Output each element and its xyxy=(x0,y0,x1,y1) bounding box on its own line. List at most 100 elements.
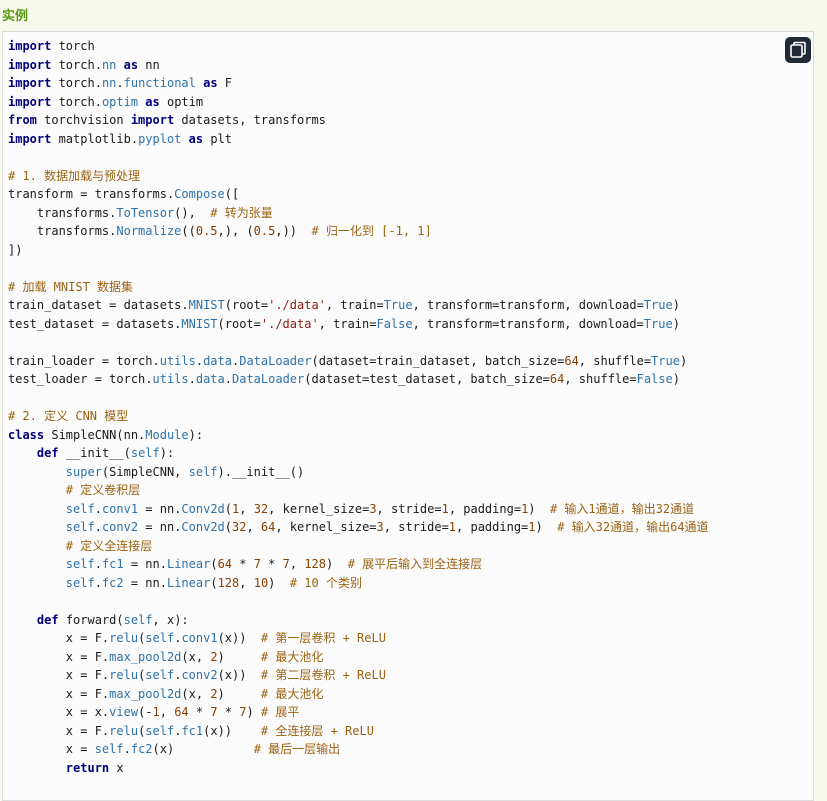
code-token-num: 64 xyxy=(174,705,189,719)
code-token-fn: MNIST xyxy=(181,316,218,331)
code-token-plain: (dataset=test_dataset, batch_size= xyxy=(304,372,550,386)
code-token-fn: conv1 xyxy=(181,631,218,645)
code-token-fn: max_pool2d xyxy=(109,649,182,664)
code-token-plain: , xyxy=(159,705,175,719)
code-token-self: self xyxy=(123,612,153,627)
code-line: train_loader = torch.utils.data.DataLoad… xyxy=(8,352,709,371)
code-token-fn: conv1 xyxy=(101,501,139,516)
code-token-plain: (x)) xyxy=(217,668,261,682)
code-token-fn: Module xyxy=(145,427,189,442)
code-token-cm: # 第二层卷积 + ReLU xyxy=(260,668,386,682)
code-token-plain: nn xyxy=(138,57,160,72)
code-line: ]) xyxy=(8,241,709,260)
code-token-fn: optim xyxy=(101,94,139,109)
code-line: # 2. 定义 CNN 模型 xyxy=(8,407,709,426)
code-token-plain: ) xyxy=(672,372,680,386)
code-token-fn: MNIST xyxy=(188,298,225,312)
code-token-plain: x = F. xyxy=(8,668,110,682)
code-token-plain: F xyxy=(217,76,233,90)
code-token-self: self xyxy=(65,501,95,516)
code-line: import torch.optim as optim xyxy=(8,93,709,112)
code-token-plain: = nn. xyxy=(138,501,182,516)
code-token-plain: __init__( xyxy=(58,446,131,460)
code-token-kw: as xyxy=(188,131,204,146)
code-token-plain: torch. xyxy=(51,57,102,72)
code-token-num: 2 xyxy=(210,649,218,664)
code-line: x = self.fc2(x) # 最后一层输出 xyxy=(8,740,709,759)
code-token-plain: (x) xyxy=(152,742,254,756)
code-line: x = x.view(-1, 64 * 7 * 7) # 展平 xyxy=(8,703,709,722)
code-token-plain: , xyxy=(289,557,305,571)
code-token-plain: ) xyxy=(672,316,680,331)
code-token-plain: , shuffle= xyxy=(564,372,637,386)
code-token-num: 3 xyxy=(376,520,384,534)
code-token-str: './data' xyxy=(260,316,319,331)
code-token-cm: # 最后一层输出 xyxy=(253,742,341,756)
code-token-num: 0.5 xyxy=(253,224,276,238)
code-token-plain: x = F. xyxy=(8,649,110,664)
code-token-num: 10 xyxy=(253,575,269,590)
code-token-fn: Conv2d xyxy=(181,501,225,516)
code-line: # 1. 数据加载与预处理 xyxy=(8,167,709,186)
code-token-plain: , xyxy=(239,575,254,590)
code-line: return x xyxy=(8,759,709,778)
code-token-plain: plt xyxy=(203,131,233,146)
code-token-plain: = nn. xyxy=(123,575,167,590)
code-token-fn: relu xyxy=(109,631,139,645)
code-token-plain: ) xyxy=(535,520,558,534)
code-token-cm: # 转为张量 xyxy=(210,205,273,220)
code-token-self: self xyxy=(65,575,95,590)
code-token-num: 64 xyxy=(260,520,276,534)
code-token-num: 7 xyxy=(210,705,218,719)
code-token-plain: , xyxy=(239,501,254,516)
code-token-plain: , x): xyxy=(152,612,189,627)
code-token-plain: . xyxy=(188,372,196,386)
copy-button[interactable] xyxy=(785,37,811,63)
code-token-plain: . xyxy=(116,76,124,90)
code-token-kw: import xyxy=(130,113,175,127)
code-token-num: 7 xyxy=(239,705,247,719)
code-token-plain: (root= xyxy=(217,316,261,331)
code-token-plain: . xyxy=(94,557,102,571)
code-token-plain: , shuffle= xyxy=(578,353,652,368)
code-token-plain: ( xyxy=(224,520,233,534)
code-token-kw: import xyxy=(8,94,52,109)
code-token-num: 7 xyxy=(253,557,261,571)
code-token-plain: , transform=transform, download= xyxy=(412,298,644,312)
code-line: def forward(self, x): xyxy=(8,611,709,630)
code-token-fn: view xyxy=(109,705,139,719)
code-token-plain: x = xyxy=(8,742,95,756)
code-line: self.conv1 = nn.Conv2d(1, 32, kernel_siz… xyxy=(8,500,709,519)
code-token-plain: * xyxy=(260,557,283,571)
code-token-plain: torchvision xyxy=(36,113,131,127)
code-token-fn: conv2 xyxy=(181,668,218,682)
code-token-kw: def xyxy=(36,446,59,460)
code-line: # 定义卷积层 xyxy=(8,481,709,500)
code-token-plain: (), xyxy=(174,205,211,220)
code-token-plain: (SimpleCNN, xyxy=(101,464,189,479)
code-line: transform = transforms.Compose([ xyxy=(8,185,709,204)
code-token-num: 1 xyxy=(441,501,449,516)
code-token-plain: forward( xyxy=(58,612,124,627)
code-token-plain: , kernel_size= xyxy=(268,501,370,516)
code-text: import torch import torch.nn as nn import … xyxy=(8,37,709,777)
code-token-plain: ) xyxy=(268,575,290,590)
code-token-plain: (x)) xyxy=(217,631,261,645)
code-token-plain: train_loader = torch. xyxy=(8,353,160,368)
code-token-plain: ) xyxy=(672,298,680,312)
code-token-self: self xyxy=(188,464,218,479)
code-token-plain: (( xyxy=(181,224,196,238)
code-token-plain: x = F. xyxy=(8,631,110,645)
code-token-plain: ]) xyxy=(8,242,23,257)
code-token-cm: # 归一化到 [-1, 1] xyxy=(311,224,432,238)
code-token-fn: conv2 xyxy=(101,520,139,534)
code-token-plain: ( xyxy=(224,501,233,516)
code-token-self: self xyxy=(65,557,95,571)
code-token-cm: # 定义卷积层 xyxy=(65,483,141,497)
code-token-self: self xyxy=(130,446,160,460)
code-token-plain: x xyxy=(109,760,124,775)
